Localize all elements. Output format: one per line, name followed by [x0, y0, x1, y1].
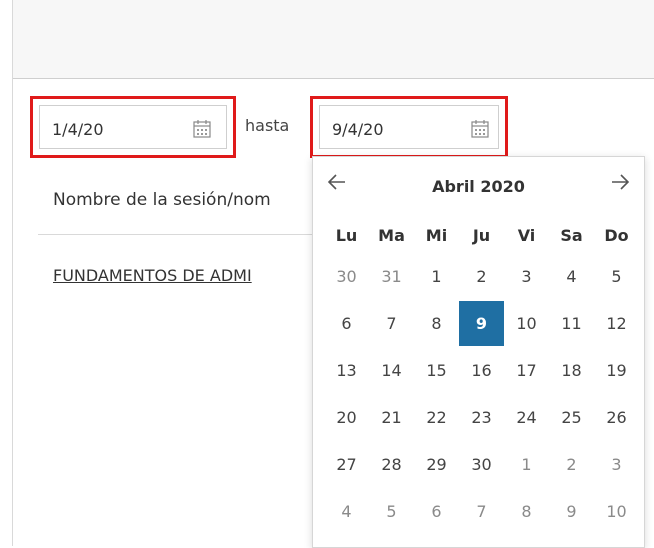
calendar-day[interactable]: 27 [324, 442, 369, 487]
calendar-day[interactable]: 17 [504, 348, 549, 393]
date-range-separator: hasta [245, 116, 290, 135]
calendar-day[interactable]: 31 [369, 254, 414, 299]
calendar-day[interactable]: 4 [549, 254, 594, 299]
calendar-day[interactable]: 21 [369, 395, 414, 440]
weekday-label: Do [604, 225, 629, 245]
calendar-day[interactable]: 13 [324, 348, 369, 393]
header-divider [38, 234, 318, 235]
calendar-day[interactable]: 9 [549, 489, 594, 534]
calendar-day[interactable]: 11 [549, 301, 594, 346]
end-date-highlight: 9/4/20 [310, 96, 508, 158]
calendar-day[interactable]: 22 [414, 395, 459, 440]
calendar-day-selected[interactable]: 9 [459, 301, 504, 346]
weekday-label: Sa [560, 225, 583, 245]
weekday-label: Ma [378, 225, 405, 245]
calendar-day[interactable]: 14 [369, 348, 414, 393]
weekday-header-row: Lu Ma Mi Ju Vi Sa Do [324, 217, 640, 253]
session-name-column-header[interactable]: Nombre de la sesión/nom [53, 190, 313, 210]
calendar-week-row: 20 21 22 23 24 25 26 [324, 394, 640, 441]
weekday-label: Vi [517, 225, 536, 245]
calendar-week-row: 13 14 15 16 17 18 19 [324, 347, 640, 394]
calendar-day[interactable]: 10 [504, 301, 549, 346]
calendar-day[interactable]: 1 [504, 442, 549, 487]
calendar-day[interactable]: 2 [459, 254, 504, 299]
calendar-day[interactable]: 26 [594, 395, 639, 440]
calendar-day[interactable]: 15 [414, 348, 459, 393]
calendar-day[interactable]: 19 [594, 348, 639, 393]
calendar-grid: Lu Ma Mi Ju Vi Sa Do 30 31 1 2 3 4 5 6 7 8 9 10 11 12 13 14 15… [324, 217, 640, 535]
calendar-icon[interactable] [192, 119, 212, 139]
top-bar [13, 0, 654, 79]
start-date-highlight: 1/4/20 [30, 96, 236, 158]
calendar-day[interactable]: 1 [414, 254, 459, 299]
calendar-day[interactable]: 6 [324, 301, 369, 346]
calendar-day[interactable]: 20 [324, 395, 369, 440]
weekday-label: Mi [425, 225, 448, 245]
calendar-day[interactable]: 25 [549, 395, 594, 440]
calendar-day[interactable]: 18 [549, 348, 594, 393]
calendar-icon[interactable] [470, 119, 490, 139]
calendar-day[interactable]: 28 [369, 442, 414, 487]
calendar-day[interactable]: 4 [324, 489, 369, 534]
calendar-day[interactable]: 16 [459, 348, 504, 393]
calendar-weeks: 30 31 1 2 3 4 5 6 7 8 9 10 11 12 13 14 15 16 17 18 19 20 21 22 2… [324, 253, 640, 535]
calendar-day[interactable]: 30 [324, 254, 369, 299]
calendar-day[interactable]: 24 [504, 395, 549, 440]
weekday-label: Lu [335, 225, 358, 245]
calendar-day[interactable]: 3 [504, 254, 549, 299]
calendar-day[interactable]: 5 [594, 254, 639, 299]
weekday-label: Ju [472, 225, 491, 245]
calendar-day[interactable]: 3 [594, 442, 639, 487]
start-date-field[interactable]: 1/4/20 [39, 105, 227, 149]
session-link[interactable]: FUNDAMENTOS DE ADMI [53, 266, 313, 285]
end-date-value: 9/4/20 [332, 120, 384, 139]
calendar-day[interactable]: 2 [549, 442, 594, 487]
calendar-day[interactable]: 10 [594, 489, 639, 534]
date-picker-popup: Abril 2020 Lu Ma Mi Ju Vi Sa Do 30 31 1 2 3 4 5 6 7 8 9 1… [312, 156, 645, 548]
end-date-field[interactable]: 9/4/20 [319, 105, 499, 149]
calendar-day[interactable]: 5 [369, 489, 414, 534]
calendar-day[interactable]: 7 [369, 301, 414, 346]
calendar-day[interactable]: 30 [459, 442, 504, 487]
calendar-week-row: 27 28 29 30 1 2 3 [324, 441, 640, 488]
arrow-right-icon[interactable] [606, 171, 634, 199]
calendar-day[interactable]: 6 [414, 489, 459, 534]
calendar-week-row: 6 7 8 9 10 11 12 [324, 300, 640, 347]
calendar-day[interactable]: 29 [414, 442, 459, 487]
calendar-day[interactable]: 8 [504, 489, 549, 534]
calendar-week-row: 4 5 6 7 8 9 10 [324, 488, 640, 535]
calendar-day[interactable]: 23 [459, 395, 504, 440]
start-date-value: 1/4/20 [52, 120, 104, 139]
calendar-day[interactable]: 7 [459, 489, 504, 534]
calendar-month-title: Abril 2020 [432, 177, 525, 196]
calendar-day[interactable]: 12 [594, 301, 639, 346]
calendar-day[interactable]: 8 [414, 301, 459, 346]
calendar-week-row: 30 31 1 2 3 4 5 [324, 253, 640, 300]
